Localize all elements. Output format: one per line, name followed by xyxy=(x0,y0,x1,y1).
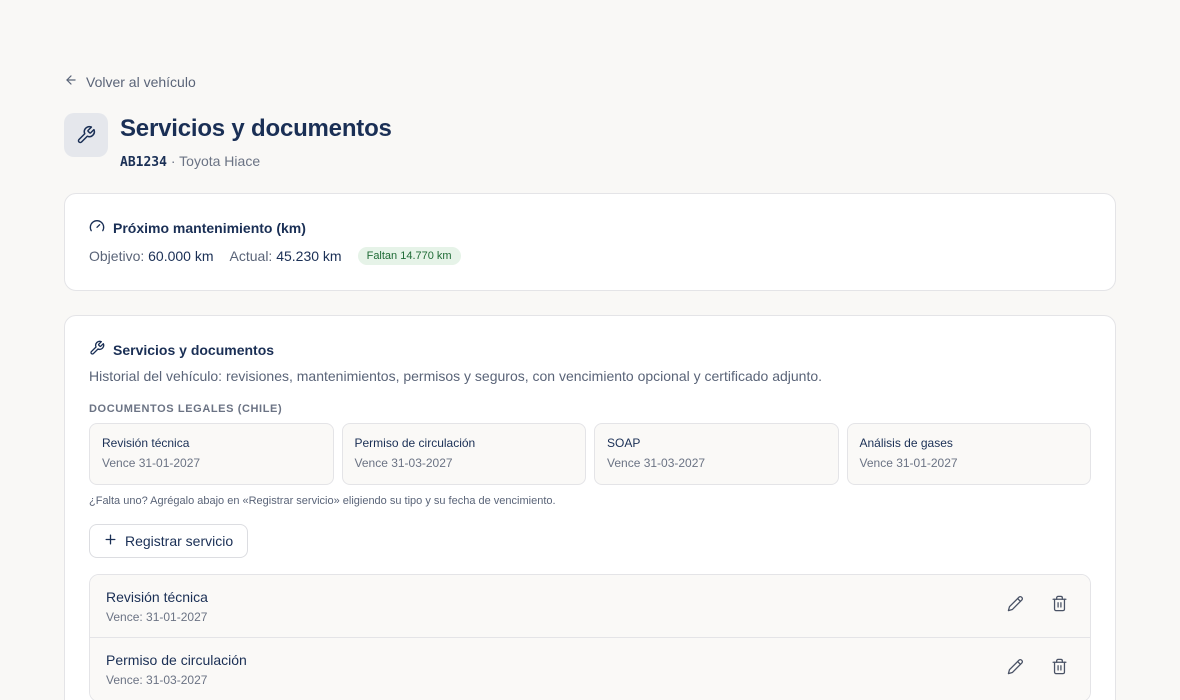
km-summary: Objetivo: 60.000 km Actual: 45.230 km Fa… xyxy=(89,247,1091,265)
legal-doc-name: Permiso de circulación xyxy=(354,436,476,450)
legal-doc-due: Vence 31-01-2027 xyxy=(859,456,958,470)
wrench-icon xyxy=(89,340,105,359)
service-due: Vence: 31-03-2027 xyxy=(106,672,208,687)
subtitle-separator: · xyxy=(166,153,180,169)
legal-doc-card: SOAP Vence 31-03-2027 xyxy=(594,423,839,485)
legal-doc-name: Análisis de gases xyxy=(859,436,953,450)
legal-doc-name: Revisión técnica xyxy=(102,436,190,450)
legal-doc-name: SOAP xyxy=(607,436,641,450)
page-title: Servicios y documentos xyxy=(120,115,392,142)
service-row: Permiso de circulación Vence: 31-03-2027 xyxy=(90,638,1090,700)
legal-docs-grid: Revisión técnica Vence 31-01-2027 Permis… xyxy=(89,423,1091,485)
back-to-vehicle-link[interactable]: Volver al vehículo xyxy=(64,73,196,90)
pencil-icon xyxy=(1007,595,1024,617)
arrow-left-icon xyxy=(64,73,78,90)
service-name: Revisión técnica xyxy=(106,588,208,605)
legal-doc-due: Vence 31-03-2027 xyxy=(354,456,453,470)
back-link-label: Volver al vehículo xyxy=(86,73,196,90)
service-row-actions xyxy=(1000,591,1074,621)
legal-doc-due: Vence 31-03-2027 xyxy=(607,456,706,470)
km-target-label: Objetivo: xyxy=(89,248,145,264)
register-service-label: Registrar servicio xyxy=(125,533,234,549)
km-target-value: 60.000 km xyxy=(148,248,214,264)
km-remaining-badge: Faltan 14.770 km xyxy=(357,247,461,265)
vehicle-model: Toyota Hiace xyxy=(179,153,261,169)
next-maintenance-title: Próximo mantenimiento (km) xyxy=(89,218,1091,237)
services-documents-card: Servicios y documentos Historial del veh… xyxy=(64,315,1116,700)
service-row: Revisión técnica Vence: 31-01-2027 xyxy=(90,575,1090,638)
service-row-actions xyxy=(1000,654,1074,684)
legal-doc-card: Análisis de gases Vence 31-01-2027 xyxy=(846,423,1091,485)
pencil-icon xyxy=(1007,658,1024,680)
km-current-value: 45.230 km xyxy=(276,248,342,264)
license-plate: AB1234 xyxy=(120,155,167,170)
service-due: Vence: 31-01-2027 xyxy=(106,609,208,624)
edit-service-button[interactable] xyxy=(1000,654,1030,684)
page-header: Servicios y documentos AB1234 · Toyota H… xyxy=(64,113,392,170)
services-card-title-text: Servicios y documentos xyxy=(113,341,275,358)
missing-doc-hint: ¿Falta uno? Agrégalo abajo en «Registrar… xyxy=(89,495,556,507)
km-target: Objetivo: 60.000 km xyxy=(89,248,214,264)
legal-doc-card: Permiso de circulación Vence 31-03-2027 xyxy=(341,423,586,485)
edit-service-button[interactable] xyxy=(1000,591,1030,621)
gauge-icon xyxy=(89,218,105,237)
km-current: Actual: 45.230 km xyxy=(230,248,342,264)
delete-service-button[interactable] xyxy=(1044,591,1074,621)
legal-docs-section-label: DOCUMENTOS LEGALES (CHILE) xyxy=(89,403,283,415)
service-list: Revisión técnica Vence: 31-01-2027 Permi xyxy=(89,574,1091,700)
services-description: Historial del vehículo: revisiones, mant… xyxy=(89,368,823,384)
delete-service-button[interactable] xyxy=(1044,654,1074,684)
trash-icon xyxy=(1051,658,1068,680)
next-maintenance-card: Próximo mantenimiento (km) Objetivo: 60.… xyxy=(64,193,1116,291)
plus-icon xyxy=(104,533,117,549)
next-maintenance-title-text: Próximo mantenimiento (km) xyxy=(113,219,306,236)
trash-icon xyxy=(1051,595,1068,617)
legal-doc-due: Vence 31-01-2027 xyxy=(102,456,201,470)
services-card-title: Servicios y documentos xyxy=(89,340,1091,359)
service-name: Permiso de circulación xyxy=(106,651,247,668)
wrench-icon xyxy=(64,113,108,157)
km-current-label: Actual: xyxy=(229,248,273,264)
vehicle-subtitle: AB1234 · Toyota Hiace xyxy=(120,153,392,170)
register-service-button[interactable]: Registrar servicio xyxy=(89,524,249,558)
legal-doc-card: Revisión técnica Vence 31-01-2027 xyxy=(89,423,334,485)
